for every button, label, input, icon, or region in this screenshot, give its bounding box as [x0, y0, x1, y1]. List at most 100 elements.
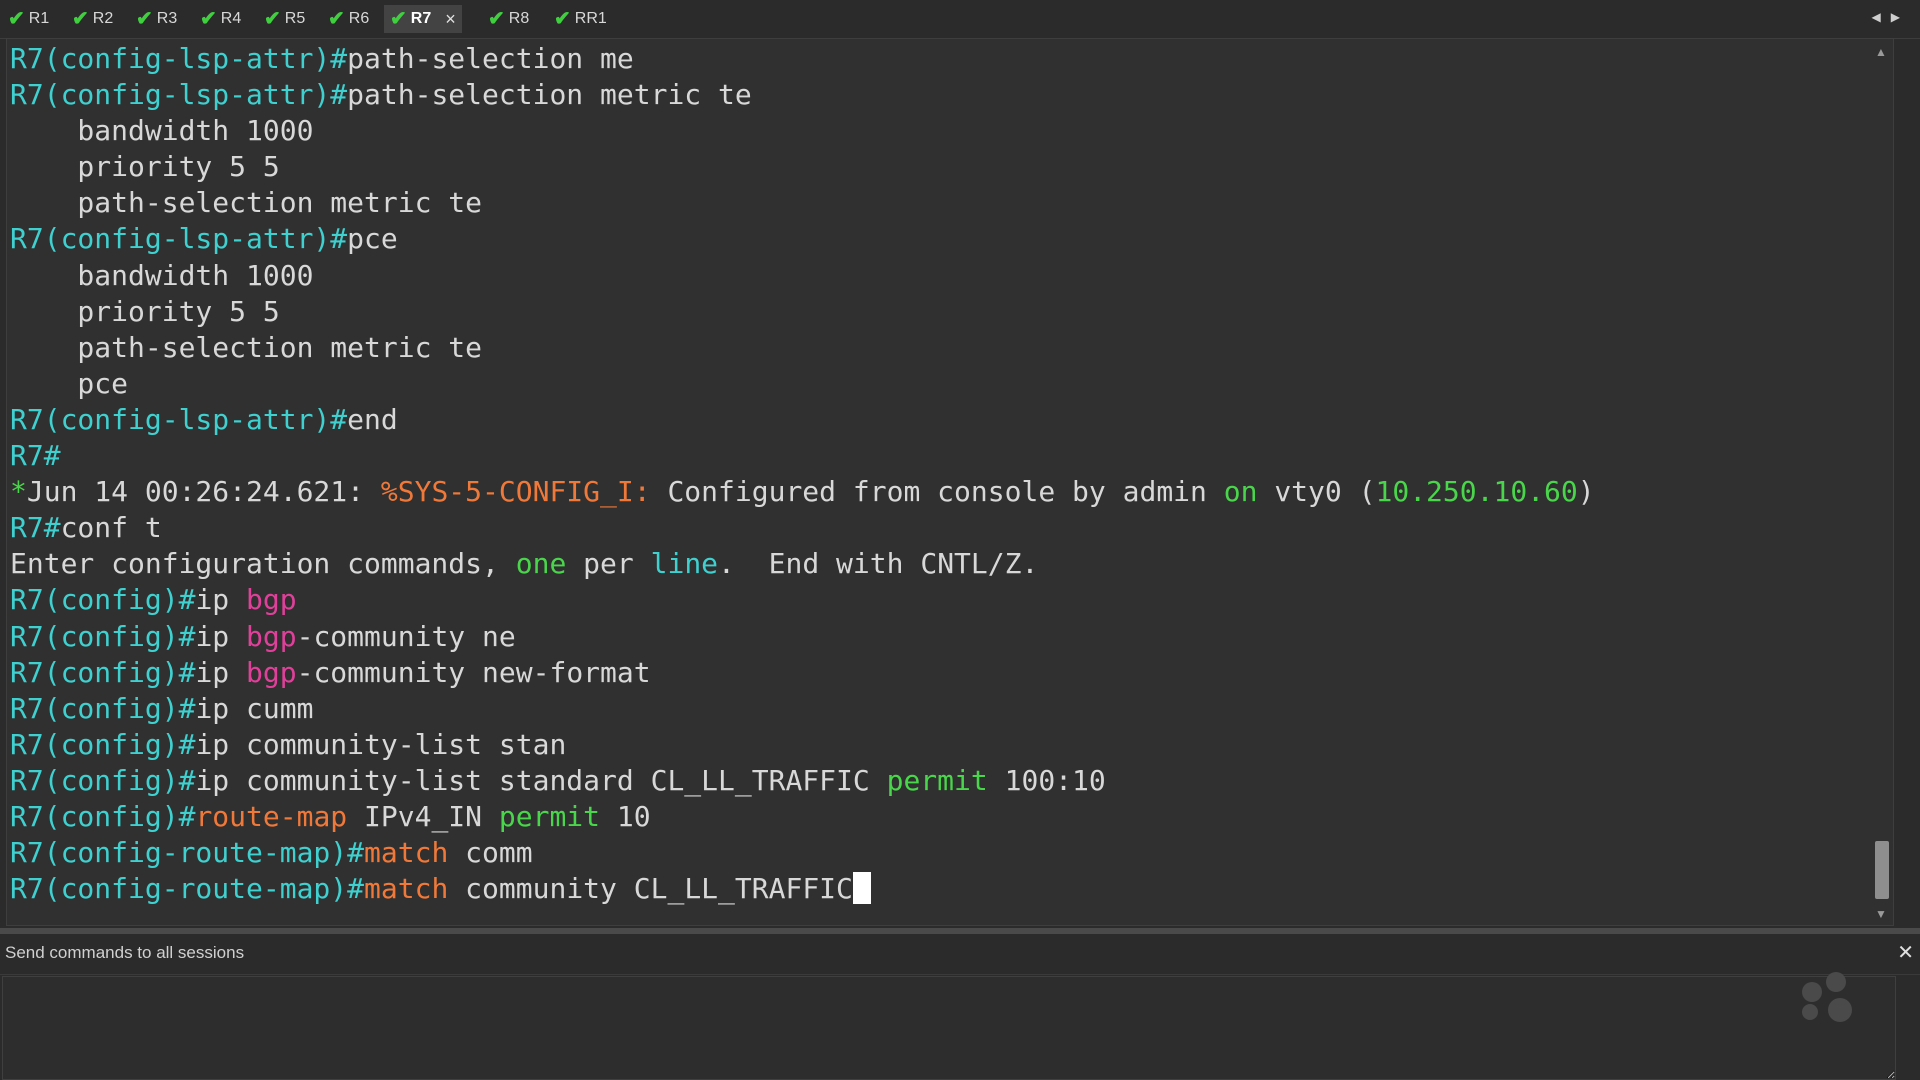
terminal-line: R7(config)#ip bgp-community ne [10, 619, 1595, 655]
connected-check-icon: ✔ [72, 8, 89, 30]
terminal-line: bandwidth 1000 [10, 113, 1595, 149]
scroll-up-icon[interactable]: ▲ [1869, 45, 1893, 59]
tab-r7[interactable]: ✔ R7 × [384, 5, 462, 33]
tab-close-icon[interactable]: × [445, 9, 456, 30]
tab-r1[interactable]: ✔ R1 [8, 5, 49, 33]
tab-r8[interactable]: ✔ R8 [488, 5, 529, 33]
terminal-text: . End with CNTL/Z. [718, 547, 1039, 581]
send-all-input[interactable] [2, 976, 1896, 1080]
terminal-text: permit [886, 763, 988, 797]
terminal-text: R7(config)# [10, 619, 196, 653]
terminal-text: R7(config)# [10, 583, 196, 617]
terminal-text: bgp [246, 619, 297, 653]
terminal-line: R7(config)#ip bgp [10, 582, 1595, 618]
tab-r4[interactable]: ✔ R4 [200, 5, 241, 33]
terminal-window[interactable]: R7(config-lsp-attr)#path-selection me R7(… [6, 38, 1894, 926]
terminal-text: pce [347, 222, 398, 256]
terminal-line: R7(config-lsp-attr)#end [10, 402, 1595, 438]
connected-check-icon: ✔ [488, 8, 505, 30]
terminal-text: R7# [10, 439, 61, 473]
terminal-text: end [347, 402, 398, 436]
terminal-text: ip [195, 619, 247, 653]
terminal-text: path-selection metric te [10, 330, 483, 364]
app-logo-icon [1798, 968, 1868, 1024]
close-icon[interactable]: ✕ [1897, 940, 1914, 965]
send-input-scrollbar[interactable] [1898, 976, 1920, 1080]
terminal-text: R7(config-lsp-attr)# [10, 78, 348, 112]
connected-check-icon: ✔ [264, 8, 281, 30]
terminal-text: IPv4_IN [347, 799, 499, 833]
terminal-text: ) [1577, 475, 1595, 509]
terminal-text: priority 5 5 [10, 294, 280, 328]
terminal-text: conf t [60, 511, 162, 545]
terminal-line: R7(config-lsp-attr)#pce [10, 221, 1595, 257]
terminal-text: vty0 ( [1257, 475, 1376, 509]
terminal-scrollbar[interactable]: ▲ ▼ [1869, 39, 1893, 925]
terminal-text: ip cumm [195, 691, 314, 725]
scroll-right-icon[interactable]: ▶ [1891, 10, 1910, 24]
tab-label: R4 [220, 10, 242, 27]
tab-label: R5 [284, 10, 306, 27]
tab-label: R8 [508, 10, 530, 27]
text-cursor [852, 872, 871, 905]
terminal-line: R7(config-lsp-attr)#path-selection me [10, 41, 1595, 77]
scrollbar-thumb[interactable] [1875, 841, 1889, 899]
terminal-text: R7(config)# [10, 727, 196, 761]
terminal-text: ip [195, 583, 247, 617]
terminal-text: 10.250.10.60 [1375, 475, 1578, 509]
terminal-text: -community new-format [296, 655, 651, 689]
terminal-text: R7(config-lsp-attr)# [10, 402, 348, 436]
terminal-line: R7(config-route-map)#match comm [10, 835, 1595, 871]
terminal-text: comm [448, 836, 533, 870]
terminal-line: path-selection metric te [10, 330, 1595, 366]
terminal-text: Configured from console by admin [650, 475, 1224, 509]
terminal-line: R7(config)#ip community-list stan [10, 727, 1595, 763]
terminal-text: Jun 14 00:26:24.621: [26, 475, 381, 509]
terminal-line: Enter configuration commands, one per li… [10, 546, 1595, 582]
terminal-text: one [515, 547, 567, 581]
terminal-text: on [1223, 475, 1258, 509]
terminal-text: permit [498, 799, 601, 833]
session-tab-bar: ✔ R1 ✔ R2 ✔ R3 ✔ R4 ✔ R5 ✔ R6 ✔ R7 × ✔ R8 ✔ RR1 ◀▶ [0, 0, 1920, 39]
terminal-text: -community ne [296, 619, 516, 653]
tab-scroll-arrows: ◀▶ [1872, 10, 1910, 24]
tab-label: R2 [92, 10, 114, 27]
terminal-text: path-selection metric te [347, 78, 752, 112]
scroll-left-icon[interactable]: ◀ [1872, 10, 1891, 24]
terminal-line: R7# [10, 438, 1595, 474]
terminal-text: path-selection metric te [10, 186, 483, 220]
terminal-text: 10 [600, 799, 651, 833]
terminal-text: 100:10 [987, 763, 1106, 797]
terminal-text: ip community-list standard CL_LL_TRAFFIC [195, 763, 887, 797]
terminal-output: R7(config-lsp-attr)#path-selection me R7(… [10, 41, 1595, 907]
terminal-text: R7(config-route-map)# [10, 836, 365, 870]
terminal-text: bgp [246, 583, 297, 617]
terminal-line: R7(config)#ip bgp-community new-format [10, 655, 1595, 691]
tab-r5[interactable]: ✔ R5 [264, 5, 305, 33]
tab-r6[interactable]: ✔ R6 [328, 5, 369, 33]
send-all-label: Send commands to all sessions [5, 943, 245, 962]
tab-r3[interactable]: ✔ R3 [136, 5, 177, 33]
terminal-text: priority 5 5 [10, 150, 280, 184]
connected-check-icon: ✔ [136, 8, 153, 30]
terminal-text: ip community-list stan [195, 727, 567, 761]
terminal-line: bandwidth 1000 [10, 258, 1595, 294]
connected-check-icon: ✔ [554, 8, 571, 30]
terminal-text: bandwidth 1000 [10, 114, 314, 148]
connected-check-icon: ✔ [200, 8, 217, 30]
tab-rr1[interactable]: ✔ RR1 [554, 5, 607, 33]
terminal-text: bandwidth 1000 [10, 258, 314, 292]
terminal-text: match [364, 872, 449, 906]
terminal-text: R7(config)# [10, 655, 196, 689]
terminal-line: priority 5 5 [10, 149, 1595, 185]
terminal-text: R7(config-route-map)# [10, 872, 365, 906]
terminal-line: R7(config-route-map)#match community CL_… [10, 871, 1595, 907]
terminal-text: community CL_LL_TRAFFIC [448, 872, 853, 906]
tab-label: R6 [348, 10, 370, 27]
tab-label: RR1 [574, 10, 607, 27]
tab-r2[interactable]: ✔ R2 [72, 5, 113, 33]
scroll-down-icon[interactable]: ▼ [1869, 907, 1893, 921]
terminal-line: priority 5 5 [10, 294, 1595, 330]
connected-check-icon: ✔ [390, 8, 407, 30]
terminal-text: Enter configuration commands, [10, 547, 516, 581]
